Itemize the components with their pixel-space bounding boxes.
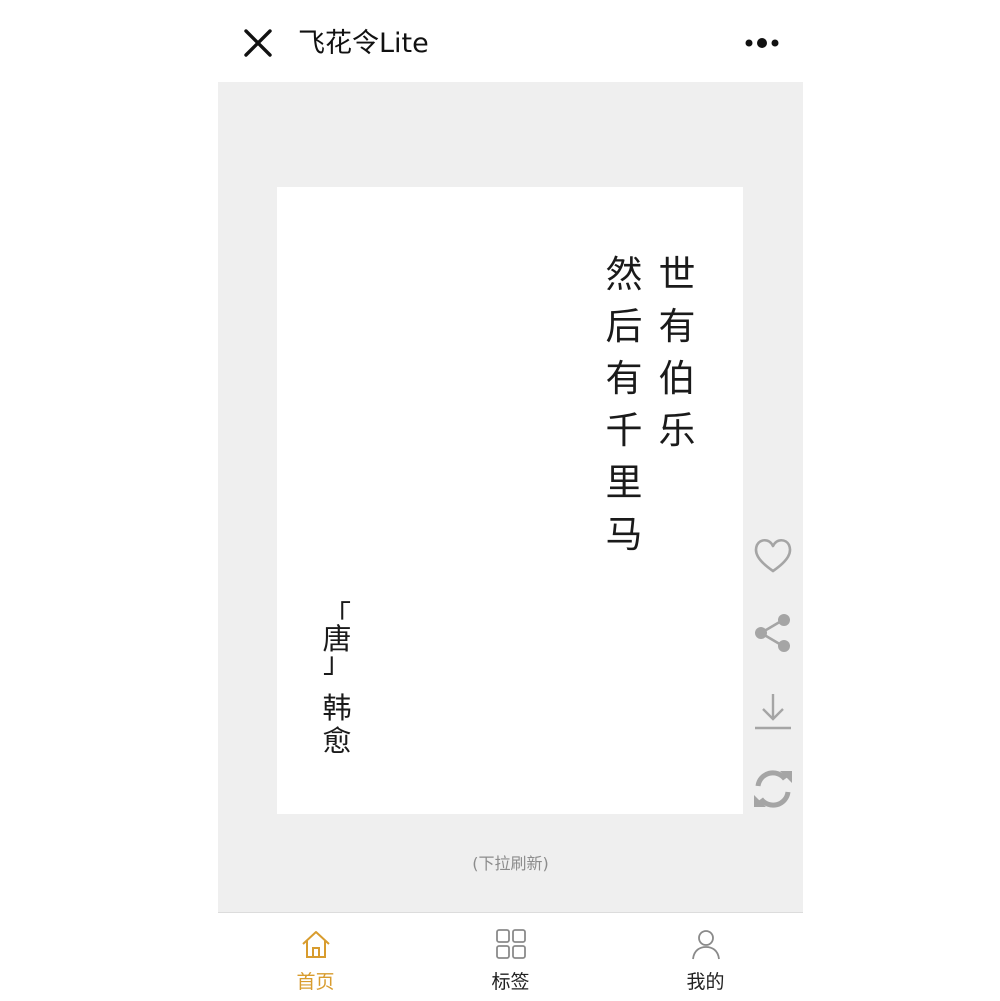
- poem-line-1: 世 有 伯 乐: [655, 249, 699, 457]
- author-char: 愈: [322, 724, 352, 758]
- poem-char: 乐: [658, 409, 696, 452]
- poem-char: 有: [605, 357, 643, 400]
- bottom-tab-bar: 首页 标签 我的: [218, 912, 803, 1001]
- download-icon: [755, 694, 791, 730]
- share-icon: [755, 614, 790, 652]
- poem-card[interactable]: 世 有 伯 乐 然 后 有 千 里 马 「 唐 」 韩 愈: [277, 187, 743, 814]
- home-icon: [301, 931, 330, 958]
- poem-char: 然: [605, 253, 643, 296]
- download-button[interactable]: [751, 690, 795, 734]
- close-button[interactable]: [238, 23, 278, 63]
- dynasty-bracket-open: 「: [322, 599, 351, 632]
- poem-char: 世: [658, 253, 696, 296]
- tab-profile-label: 我的: [686, 971, 725, 993]
- poem-line-2: 然 后 有 千 里 马: [602, 249, 646, 561]
- poem-char: 伯: [658, 357, 696, 400]
- poem-char: 千: [605, 409, 643, 452]
- like-button[interactable]: [751, 534, 795, 578]
- title-bar: 飞花令Lite: [218, 0, 803, 82]
- dynasty-label: 「 唐 」: [317, 599, 357, 679]
- close-icon: [244, 29, 272, 57]
- tab-tags-label: 标签: [491, 971, 530, 993]
- user-icon: [691, 930, 720, 960]
- poem-char: 里: [605, 461, 643, 504]
- dynasty-bracket-close: 」: [322, 646, 351, 679]
- refresh-button[interactable]: [751, 767, 795, 811]
- app-title: 飞花令Lite: [298, 28, 429, 59]
- author-info: 「 唐 」 韩 愈: [317, 599, 357, 758]
- poem-char: 马: [605, 513, 643, 556]
- poem-char: 后: [605, 305, 643, 348]
- author-char: 韩: [322, 691, 352, 725]
- heart-icon: [754, 538, 792, 573]
- poem-content-area[interactable]: 世 有 伯 乐 然 后 有 千 里 马 「 唐 」 韩 愈 (下拉刷新): [218, 82, 803, 912]
- tab-tags[interactable]: 标签: [413, 913, 608, 1001]
- phone-screen: 飞花令Lite 世 有 伯 乐 然 后 有 千 里 马 「 唐 」 韩 愈 (下…: [218, 0, 803, 1001]
- poem-char: 有: [658, 305, 696, 348]
- tab-home[interactable]: 首页: [218, 913, 413, 1001]
- share-button[interactable]: [751, 611, 795, 655]
- tab-profile[interactable]: 我的: [608, 913, 803, 1001]
- pull-to-refresh-hint: (下拉刷新): [472, 854, 549, 873]
- tab-home-label: 首页: [296, 971, 335, 993]
- more-dots-icon: [745, 38, 779, 48]
- author-name: 韩 愈: [317, 692, 357, 758]
- more-button[interactable]: [740, 28, 784, 58]
- grid-icon: [495, 929, 526, 959]
- refresh-icon: [754, 770, 792, 808]
